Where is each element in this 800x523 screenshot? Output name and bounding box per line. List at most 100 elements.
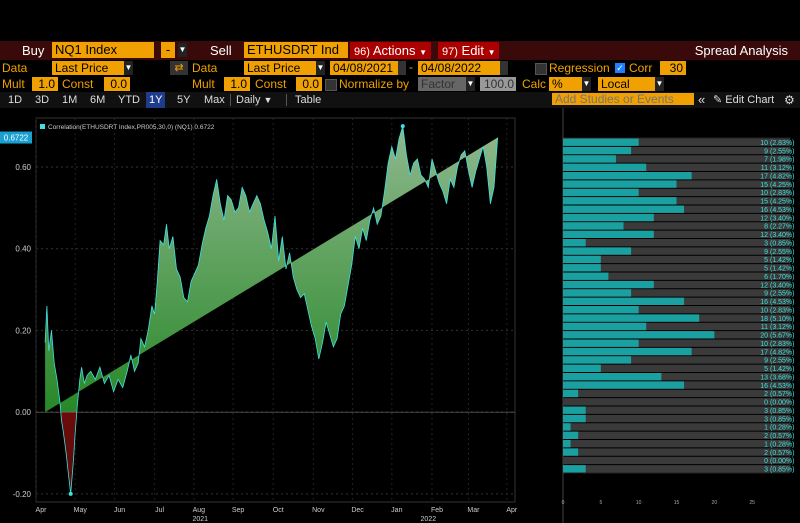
histogram-bg-bar [563, 440, 790, 448]
bin-percent: (5.10%) [770, 316, 795, 323]
buy-label: Buy [22, 43, 45, 58]
x-tick-label: Nov [312, 507, 325, 514]
collapse-icon[interactable]: « [698, 92, 705, 108]
chevron-down-icon: ▼ [487, 48, 496, 57]
histogram-bar [563, 180, 677, 188]
table-button[interactable]: Table [295, 92, 321, 108]
bin-percent: (3.40%) [770, 215, 795, 222]
normalize-checkbox[interactable] [325, 79, 337, 91]
calendar-icon[interactable] [398, 61, 406, 75]
calc-select[interactable]: % [549, 77, 583, 91]
chevron-down-icon[interactable]: ▼ [124, 61, 133, 75]
timeframe-3d[interactable]: 3D [35, 92, 49, 108]
minus-field[interactable]: - [161, 42, 175, 58]
corr-checkbox[interactable]: ✓ [615, 63, 625, 73]
mult1-input[interactable]: 1.0 [32, 77, 58, 91]
x-tick-label: Oct [273, 507, 284, 514]
chevron-down-icon[interactable]: ▼ [466, 77, 475, 91]
chart-toolbar: 1D 3D 1M 6M YTD 1Y 5Y Max Daily ▼ Table … [0, 92, 800, 108]
histogram-bar [563, 205, 685, 213]
frequency-select[interactable]: Daily ▼ [236, 92, 272, 108]
end-date-input[interactable]: 04/08/2022 [418, 61, 502, 75]
local-select[interactable]: Local [598, 77, 656, 91]
calendar-icon[interactable] [500, 61, 508, 75]
bin-count: 3 [764, 467, 768, 474]
timeframe-ytd[interactable]: YTD [118, 92, 140, 108]
bin-count: 18 [760, 316, 768, 323]
bin-percent: (3.12%) [770, 165, 795, 172]
histogram-bar [563, 314, 700, 322]
timeframe-5y[interactable]: 5Y [177, 92, 190, 108]
const1-input[interactable]: 0.0 [104, 77, 130, 91]
x-tick-label: Aug [193, 507, 206, 514]
swap-icon[interactable]: ⇄ [170, 61, 188, 75]
bin-percent: (3.12%) [770, 324, 795, 331]
bin-count: 11 [761, 165, 768, 172]
timeframe-6m[interactable]: 6M [90, 92, 105, 108]
bin-count: 2 [764, 450, 768, 457]
histogram-bg-bar [563, 406, 790, 414]
data2-select[interactable]: Last Price [244, 61, 322, 75]
bin-percent: (4.82%) [770, 349, 795, 356]
histogram-bar [563, 146, 632, 155]
mult2-input[interactable]: 1.0 [224, 77, 250, 91]
histogram-bar [563, 448, 579, 456]
high-marker [400, 124, 405, 129]
sell-ticker-input[interactable]: ETHUSDRT Ind [244, 42, 348, 58]
bin-percent: (0.00%) [770, 400, 795, 407]
bin-percent: (2.83%) [770, 140, 795, 147]
x-tick-label: Sep [232, 507, 245, 514]
last-value-label: 0.6722 [4, 134, 29, 143]
chevron-down-icon: ▼ [263, 95, 273, 105]
chevron-down-icon[interactable]: ▼ [582, 77, 591, 91]
timeframe-max[interactable]: Max [204, 92, 225, 108]
bin-percent: (2.83%) [770, 307, 795, 314]
bin-count: 9 [764, 291, 768, 298]
timeframe-1y[interactable]: 1Y [146, 92, 166, 108]
bin-count: 12 [760, 215, 768, 222]
data1-select[interactable]: Last Price [52, 61, 130, 75]
bin-count: 9 [764, 249, 768, 256]
bin-count: 1 [764, 425, 768, 432]
hist-tick-label: 15 [674, 500, 680, 506]
x-tick-label: May [74, 507, 88, 514]
edit-chart-button[interactable]: ✎ Edit Chart [713, 92, 774, 108]
corr-period-input[interactable]: 30 [660, 61, 686, 75]
histogram-bar [563, 339, 639, 347]
bin-count: 10 [760, 140, 768, 147]
actions-menu-button[interactable]: 96) Actions ▼ [350, 42, 431, 59]
bin-percent: (1.98%) [770, 157, 795, 164]
histogram-bar [563, 289, 632, 297]
y-tick-label: -0.20 [13, 490, 32, 499]
actions-number: 96) [354, 46, 370, 58]
const2-input[interactable]: 0.0 [296, 77, 322, 91]
histogram-bg-bar [563, 239, 790, 247]
bin-count: 17 [760, 349, 768, 356]
histogram-bar [563, 406, 586, 414]
timeframe-1d[interactable]: 1D [8, 92, 22, 108]
histogram-bar [563, 247, 632, 255]
year-label: 2021 [192, 516, 208, 523]
bin-count: 0 [764, 458, 768, 465]
bin-count: 5 [764, 257, 768, 264]
mult1-label: Mult [2, 77, 25, 91]
bin-count: 7 [764, 157, 768, 164]
data-label: Data [2, 61, 28, 75]
factor-select[interactable]: Factor [418, 77, 467, 91]
start-date-input[interactable]: 04/08/2021 [330, 61, 402, 75]
bin-percent: (1.42%) [770, 257, 795, 264]
gear-icon[interactable]: ⚙ [784, 92, 795, 108]
histogram-bar [563, 322, 647, 331]
bin-count: 5 [764, 366, 768, 373]
buy-ticker-input[interactable]: NQ1 Index [52, 42, 154, 58]
histogram-bg-bar [563, 398, 790, 406]
add-studies-input[interactable] [552, 93, 694, 105]
chevron-down-icon[interactable]: ▼ [178, 43, 187, 57]
bin-count: 12 [760, 232, 768, 239]
edit-menu-button[interactable]: 97) Edit ▼ [438, 42, 500, 59]
chevron-down-icon[interactable]: ▼ [316, 61, 325, 75]
chevron-down-icon[interactable]: ▼ [655, 77, 664, 91]
factor-value-input[interactable]: 100.0 [480, 77, 516, 91]
timeframe-1m[interactable]: 1M [62, 92, 77, 108]
regression-checkbox[interactable] [535, 63, 547, 75]
